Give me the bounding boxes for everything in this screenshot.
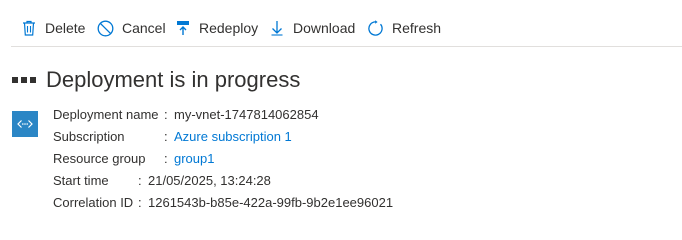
redeploy-icon <box>175 19 191 37</box>
separator: : <box>138 173 142 188</box>
separator: : <box>138 195 142 210</box>
detail-row-correlation-id: Correlation ID : 1261543b-b85e-422a-99fb… <box>53 192 453 214</box>
deployment-icon <box>12 111 38 137</box>
deployment-name-value: my-vnet-1747814062854 <box>174 107 319 122</box>
subscription-link[interactable]: Azure subscription 1 <box>174 126 292 148</box>
correlation-id-value: 1261543b-b85e-422a-99fb-9b2e1ee96021 <box>148 195 394 210</box>
page-title: Deployment is in progress <box>46 67 301 92</box>
download-label: Download <box>293 20 356 36</box>
resource-group-label: Resource group <box>53 151 146 166</box>
correlation-id-label: Correlation ID <box>53 195 134 210</box>
download-icon <box>269 19 285 37</box>
refresh-icon <box>366 19 384 37</box>
detail-row-subscription: Subscription : Azure subscription 1 <box>53 126 353 148</box>
detail-row-deployment-name: Deployment name : my-vnet-1747814062854 <box>53 104 319 126</box>
subscription-label: Subscription <box>53 129 125 144</box>
redeploy-label: Redeploy <box>199 20 259 36</box>
download-button[interactable]: Download <box>269 14 355 42</box>
refresh-button[interactable]: Refresh <box>366 14 441 42</box>
detail-row-start-time: Start time : 21/05/2025, 13:24:28 <box>53 170 353 192</box>
toolbar-divider <box>11 46 682 47</box>
start-time-label: Start time <box>53 173 109 188</box>
refresh-label: Refresh <box>392 20 442 36</box>
resource-group-link[interactable]: group1 <box>174 148 214 170</box>
cancel-label: Cancel <box>122 20 166 36</box>
cancel-button[interactable]: Cancel <box>96 14 166 42</box>
separator: : <box>164 129 168 144</box>
redeploy-button[interactable]: Redeploy <box>175 14 258 42</box>
delete-button[interactable]: Delete <box>21 14 85 42</box>
delete-label: Delete <box>45 20 86 36</box>
separator: : <box>164 151 168 166</box>
detail-row-resource-group: Resource group : group1 <box>53 148 353 170</box>
progress-dots-icon <box>12 77 36 83</box>
deployment-name-label: Deployment name <box>53 107 159 122</box>
separator: : <box>164 107 168 122</box>
cancel-icon <box>96 19 114 37</box>
trash-icon <box>21 19 37 37</box>
page-header: Deployment is in progress <box>12 64 300 96</box>
start-time-value: 21/05/2025, 13:24:28 <box>148 173 271 188</box>
command-bar: Delete Cancel Redeploy Download Refresh <box>0 0 682 48</box>
